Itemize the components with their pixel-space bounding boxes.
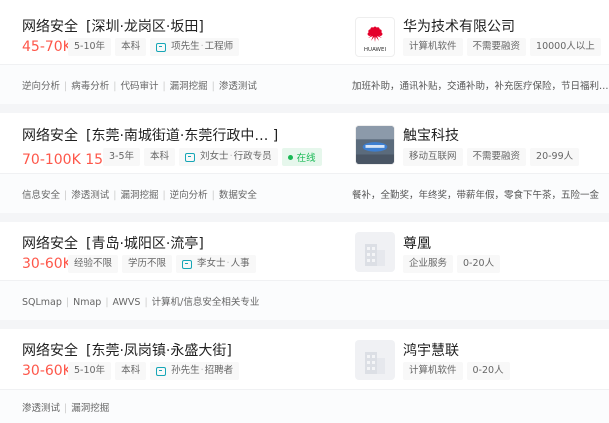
job-title[interactable]: 网络安全 [东莞·南城街道·东莞行政中… ] xyxy=(22,125,278,145)
experience-tag: 5-10年 xyxy=(68,38,112,56)
job-card[interactable]: 网络安全 [东莞·南城街道·东莞行政中… ] 70-100K 15薪 3-5年 本… xyxy=(0,113,609,213)
building-icon[interactable] xyxy=(355,232,395,272)
huawei-logo[interactable]: HUAWEI xyxy=(355,17,395,57)
job-location: [深圳·龙岗区·坂田] xyxy=(86,19,204,35)
job-salary: 30-60K xyxy=(22,363,72,379)
skill-tags: SQLmap | Nmap | AWVS | 计算机/信息安全相关专业 xyxy=(22,297,260,308)
svg-text:HUAWEI: HUAWEI xyxy=(364,47,387,53)
recruiter-info[interactable]: 孙先生 · 招聘者 xyxy=(150,362,240,380)
job-location: [东莞·凤岗镇·永盛大街] xyxy=(86,343,232,359)
funding-tag: 不需要融资 xyxy=(466,38,527,56)
company-name[interactable]: 尊凰 xyxy=(403,233,431,253)
job-title[interactable]: 网络安全 [东莞·凤岗镇·永盛大街] xyxy=(22,340,232,360)
recruiter-info[interactable]: 李女士 · 人事 xyxy=(176,255,256,273)
job-title[interactable]: 网络安全 [深圳·龙岗区·坂田] xyxy=(22,16,204,36)
welfare-text: 加班补助，通讯补贴，交通补助，补充医疗保险，节日福利… xyxy=(352,81,609,92)
job-card[interactable]: 网络安全 [深圳·龙岗区·坂田] 45-70K 5-10年 本科 项先生 · 工程师 xyxy=(0,0,609,104)
job-card[interactable]: 网络安全 [东莞·凤岗镇·永盛大街] 30-60K 5-10年 本科 孙先生 · 招聘… xyxy=(0,329,609,423)
job-salary: 45-70K xyxy=(22,39,72,55)
company-size-tag: 0-20人 xyxy=(457,255,501,273)
job-location: [东莞·南城街道·东莞行政中… ] xyxy=(86,128,279,144)
industry-tag: 企业服务 xyxy=(403,255,454,273)
chat-icon xyxy=(185,152,196,162)
education-tag: 学历不限 xyxy=(122,255,173,273)
job-list: 网络安全 [深圳·龙岗区·坂田] 45-70K 5-10年 本科 项先生 · 工程师 xyxy=(0,0,609,423)
chubao-logo[interactable] xyxy=(355,125,395,165)
job-salary: 30-60K xyxy=(22,256,72,272)
industry-tag: 计算机软件 xyxy=(403,38,463,56)
building-icon[interactable] xyxy=(355,340,395,380)
company-size-tag: 0-20人 xyxy=(466,362,510,380)
online-status-badge: 在线 xyxy=(281,148,322,166)
job-location: [青岛·城阳区·流亭] xyxy=(86,236,204,252)
skill-tags: 逆向分析 | 病毒分析 | 代码审计 | 漏洞挖掘 | 渗透测试 xyxy=(22,81,257,92)
chat-icon xyxy=(156,42,167,52)
welfare-text: 餐补，全勤奖，年终奖，带薪年假，零食下午茶，五险一金 xyxy=(352,190,600,201)
industry-tag: 移动互联网 xyxy=(403,148,463,166)
company-size-tag: 10000人以上 xyxy=(530,38,601,56)
company-name[interactable]: 华为技术有限公司 xyxy=(403,16,515,36)
company-name[interactable]: 触宝科技 xyxy=(403,125,459,145)
job-card[interactable]: 网络安全 [青岛·城阳区·流亭] 30-60K 经验不限 学历不限 李女士 · 人事 … xyxy=(0,222,609,320)
skill-tags: 信息安全 | 渗透测试 | 漏洞挖掘 | 逆向分析 | 数据安全 xyxy=(22,190,257,201)
education-tag: 本科 xyxy=(115,38,147,56)
education-tag: 本科 xyxy=(144,148,176,166)
funding-tag: 不需要融资 xyxy=(466,148,527,166)
recruiter-info[interactable]: 项先生 · 工程师 xyxy=(150,38,240,56)
experience-tag: 经验不限 xyxy=(68,255,119,273)
chat-icon xyxy=(156,366,167,376)
education-tag: 本科 xyxy=(115,362,147,380)
industry-tag: 计算机软件 xyxy=(403,362,463,380)
job-title[interactable]: 网络安全 [青岛·城阳区·流亭] xyxy=(22,233,204,253)
chat-icon xyxy=(182,259,193,269)
company-name[interactable]: 鸿宇慧联 xyxy=(403,340,459,360)
skill-tags: 渗透测试 | 漏洞挖掘 xyxy=(22,403,110,414)
company-size-tag: 20-99人 xyxy=(530,148,580,166)
experience-tag: 3-5年 xyxy=(103,148,141,166)
experience-tag: 5-10年 xyxy=(68,362,112,380)
recruiter-info[interactable]: 刘女士 · 行政专员 xyxy=(179,148,278,166)
